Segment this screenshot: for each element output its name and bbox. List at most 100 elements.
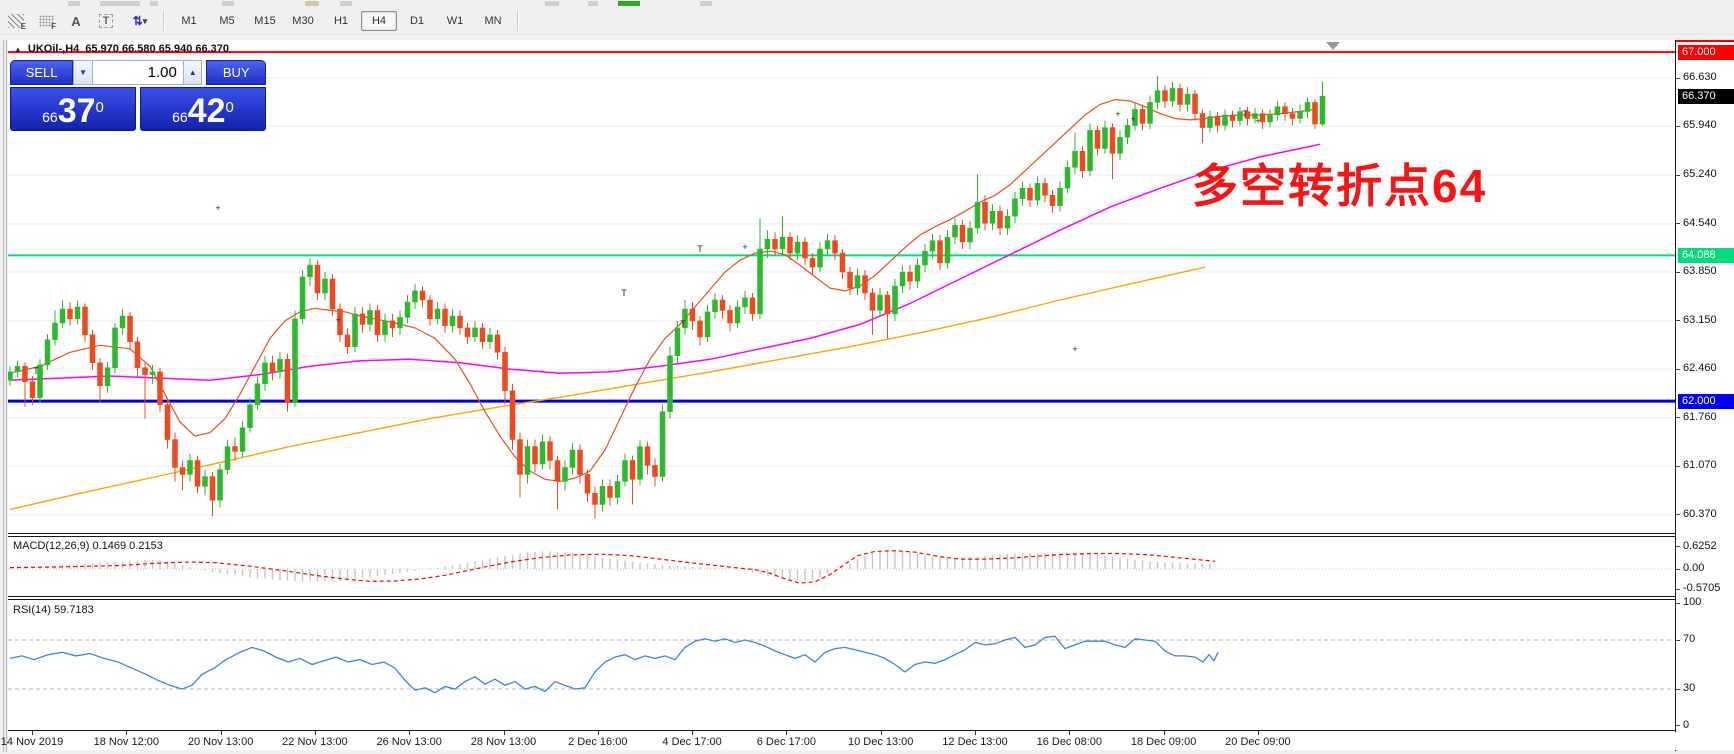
price-badge-66.370: 66.370 xyxy=(1678,88,1734,104)
time-axis-label: 14 Nov 2019 xyxy=(0,736,64,748)
time-axis-label: 2 Dec 16:00 xyxy=(568,736,628,748)
price-axis-tick xyxy=(1676,320,1680,322)
time-axis-tick xyxy=(126,731,128,735)
price-badge-67.000: 67.000 xyxy=(1678,44,1734,60)
time-axis-tick xyxy=(220,731,222,735)
timeframe-button-m5[interactable]: M5 xyxy=(209,11,245,31)
rsi-indicator-panel[interactable] xyxy=(8,600,1675,730)
spinner-down-icon: ▼ xyxy=(79,68,87,77)
price-axis-border xyxy=(1675,40,1676,751)
text-box-icon[interactable]: T xyxy=(92,9,120,33)
macd-axis-tick xyxy=(1676,546,1680,548)
price-axis-label: 61.760 xyxy=(1683,410,1717,423)
time-axis-label: 4 Dec 17:00 xyxy=(662,736,722,748)
timeframe-button-w1[interactable]: W1 xyxy=(437,11,473,31)
ask-pip-digit: 0 xyxy=(225,99,234,116)
ohlc-readout: 65.970 66.580 65.940 66.370 xyxy=(85,43,230,55)
buy-button[interactable]: BUY xyxy=(206,60,266,85)
time-axis[interactable]: 14 Nov 2019 18 Nov 12:00 20 Nov 13:00 22 No… xyxy=(1,731,1734,750)
price-axis-label: 65.940 xyxy=(1683,119,1717,132)
toolbar-fragment xyxy=(305,1,319,6)
time-axis-label: 26 Nov 13:00 xyxy=(376,736,442,748)
object-anchor-triangle-icon xyxy=(1326,42,1340,50)
macd-indicator-panel[interactable] xyxy=(8,537,1675,596)
timeframe-button-m1[interactable]: M1 xyxy=(171,11,207,31)
toolbar-fragment xyxy=(545,1,559,6)
rsi-axis-label: 100 xyxy=(1683,596,1702,609)
symbol-period-title: UKOil-,H4 xyxy=(27,43,80,55)
price-axis-label: 60.370 xyxy=(1683,507,1717,520)
cycle-arrows-icon[interactable]: ⇅ ▾ xyxy=(122,9,158,33)
toolbar-fragment xyxy=(150,1,158,6)
price-axis-tick xyxy=(1676,271,1680,273)
bid-big-digits: 37 xyxy=(57,92,96,130)
timeframe-button-m30[interactable]: M30 xyxy=(285,11,321,31)
mt4-terminal: E F A T ⇅ ▾ M1 M5 M15 M30 H1 H4 D1 W1 MN ▲ UKOil… xyxy=(0,0,1734,754)
time-axis-label: 18 Nov 12:00 xyxy=(93,736,160,748)
price-axis-tick xyxy=(1676,223,1680,225)
panel-divider xyxy=(8,533,1675,534)
toolbar-fragment xyxy=(340,1,352,6)
time-axis-label: 22 Nov 13:00 xyxy=(282,736,348,748)
time-axis-tick xyxy=(1257,731,1259,735)
macd-axis-tick xyxy=(1676,588,1680,590)
price-axis-label: 65.240 xyxy=(1683,168,1717,181)
chart-annotation-text: 多空转折点64 xyxy=(1192,160,1488,212)
svg-text:+: + xyxy=(1072,344,1077,354)
rsi-axis-label: 70 xyxy=(1683,633,1696,645)
panel-divider xyxy=(8,536,1675,537)
time-axis-label: 18 Dec 09:00 xyxy=(1130,736,1197,748)
timeframe-button-h1[interactable]: H1 xyxy=(323,11,359,31)
svg-text:+: + xyxy=(742,242,747,252)
clipped-upper-toolbar xyxy=(0,0,1734,7)
toolbar-fragment xyxy=(68,1,80,6)
timeframe-button-mn[interactable]: MN xyxy=(475,11,511,31)
time-axis-tick xyxy=(503,731,505,735)
time-axis-label: 10 Dec 13:00 xyxy=(847,736,914,748)
toolbar-fragment-green xyxy=(618,1,640,6)
rsi-label: RSI(14) 59.7183 xyxy=(13,604,94,616)
ask-price-box[interactable]: 66 42 0 xyxy=(140,87,266,131)
svg-text:+: + xyxy=(1115,109,1120,119)
lot-decrement-button[interactable]: ▼ xyxy=(73,60,93,85)
timeframe-button-d1[interactable]: D1 xyxy=(399,11,435,31)
macd-axis-label: -0.5705 xyxy=(1683,582,1721,595)
rsi-axis-tick xyxy=(1676,688,1680,690)
time-axis-label: 20 Dec 09:00 xyxy=(1225,736,1291,748)
text-label-icon[interactable]: A xyxy=(62,9,90,33)
price-axis-label: 63.150 xyxy=(1683,313,1717,326)
panel-divider[interactable] xyxy=(8,596,1675,597)
toolbar-fragment xyxy=(100,1,140,6)
indicators-icon[interactable]: E xyxy=(2,9,30,33)
macd-axis-label: 0.00 xyxy=(1683,562,1705,574)
toolbar-fragment xyxy=(700,1,712,6)
time-axis-tick xyxy=(32,731,33,735)
macd-axis-tick xyxy=(1676,568,1680,570)
rsi-axis-label: 0 xyxy=(1683,718,1690,731)
drawing-toolbar: E F A T ⇅ ▾ M1 M5 M15 M30 H1 H4 D1 W1 MN xyxy=(0,8,1734,35)
price-axis-label: 66.630 xyxy=(1683,71,1717,83)
ask-big-digits: 42 xyxy=(187,92,226,130)
lot-size-input[interactable] xyxy=(92,60,183,85)
time-axis-tick xyxy=(880,731,882,735)
toolbar-separator xyxy=(163,11,165,31)
timeframe-bar: M1 M5 M15 M30 H1 H4 D1 W1 MN xyxy=(170,11,512,31)
price-axis-tick xyxy=(1676,125,1680,127)
svg-text:T: T xyxy=(1242,109,1248,119)
bid-price-box[interactable]: 66 37 0 xyxy=(10,87,136,131)
svg-text:T: T xyxy=(697,244,703,254)
spinner-up-icon: ▲ xyxy=(188,68,197,77)
ask-prefix: 66 xyxy=(172,109,188,125)
macd-axis-label: 0.6252 xyxy=(1683,539,1717,552)
time-axis-tick xyxy=(975,731,976,735)
sell-button[interactable]: SELL xyxy=(10,60,74,85)
rsi-axis-tick xyxy=(1676,639,1680,641)
price-axis-tick xyxy=(1676,465,1680,467)
price-axis-tick xyxy=(1676,77,1680,79)
grid-icon[interactable]: F xyxy=(32,9,60,33)
price-axis-tick xyxy=(1676,514,1680,516)
lot-increment-button[interactable]: ▲ xyxy=(182,60,203,85)
timeframe-button-m15[interactable]: M15 xyxy=(247,11,283,31)
one-click-collapse-arrow[interactable]: ▲ xyxy=(14,45,22,54)
timeframe-button-h4[interactable]: H4 xyxy=(361,11,397,31)
